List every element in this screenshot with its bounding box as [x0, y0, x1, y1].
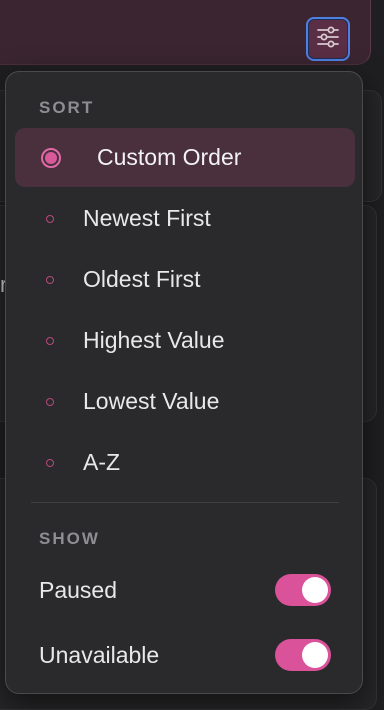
show-paused-label: Paused [39, 576, 118, 603]
show-unavailable-toggle[interactable] [275, 639, 331, 671]
toggle-knob [302, 642, 328, 668]
show-paused-toggle[interactable] [275, 574, 331, 606]
sort-option-label: Highest Value [83, 327, 225, 353]
show-unavailable-row: Unavailable [39, 635, 331, 675]
sliders-icon [316, 26, 340, 53]
sort-option-oldest-first[interactable]: Oldest First [15, 250, 355, 309]
show-unavailable-label: Unavailable [39, 641, 160, 668]
sort-option-a-z[interactable]: A-Z [15, 433, 355, 492]
show-paused-row: Paused [39, 570, 331, 610]
sort-option-highest-value[interactable]: Highest Value [15, 311, 355, 370]
sort-option-label: Custom Order [97, 144, 242, 170]
sort-option-newest-first[interactable]: Newest First [15, 189, 355, 248]
sort-option-label: A-Z [83, 449, 121, 475]
sort-option-label: Oldest First [83, 266, 201, 292]
radio-unselected-icon [45, 275, 54, 284]
sort-option-lowest-value[interactable]: Lowest Value [15, 372, 355, 431]
sort-option-custom-order[interactable]: Custom Order [15, 128, 355, 187]
radio-unselected-icon [45, 336, 54, 345]
radio-unselected-icon [45, 214, 54, 223]
show-section-title: SHOW [39, 529, 100, 548]
menu-divider [31, 502, 339, 503]
sort-filter-menu: SORT Custom Order Newest First Oldest Fi… [5, 71, 363, 694]
radio-unselected-icon [45, 397, 54, 406]
radio-selected-icon [41, 147, 61, 168]
radio-unselected-icon [45, 458, 54, 467]
sort-option-label: Newest First [83, 205, 211, 231]
sort-section-title: SORT [39, 98, 95, 117]
toggle-knob [302, 577, 328, 603]
filter-button[interactable] [306, 17, 350, 61]
sort-option-label: Lowest Value [83, 388, 220, 414]
